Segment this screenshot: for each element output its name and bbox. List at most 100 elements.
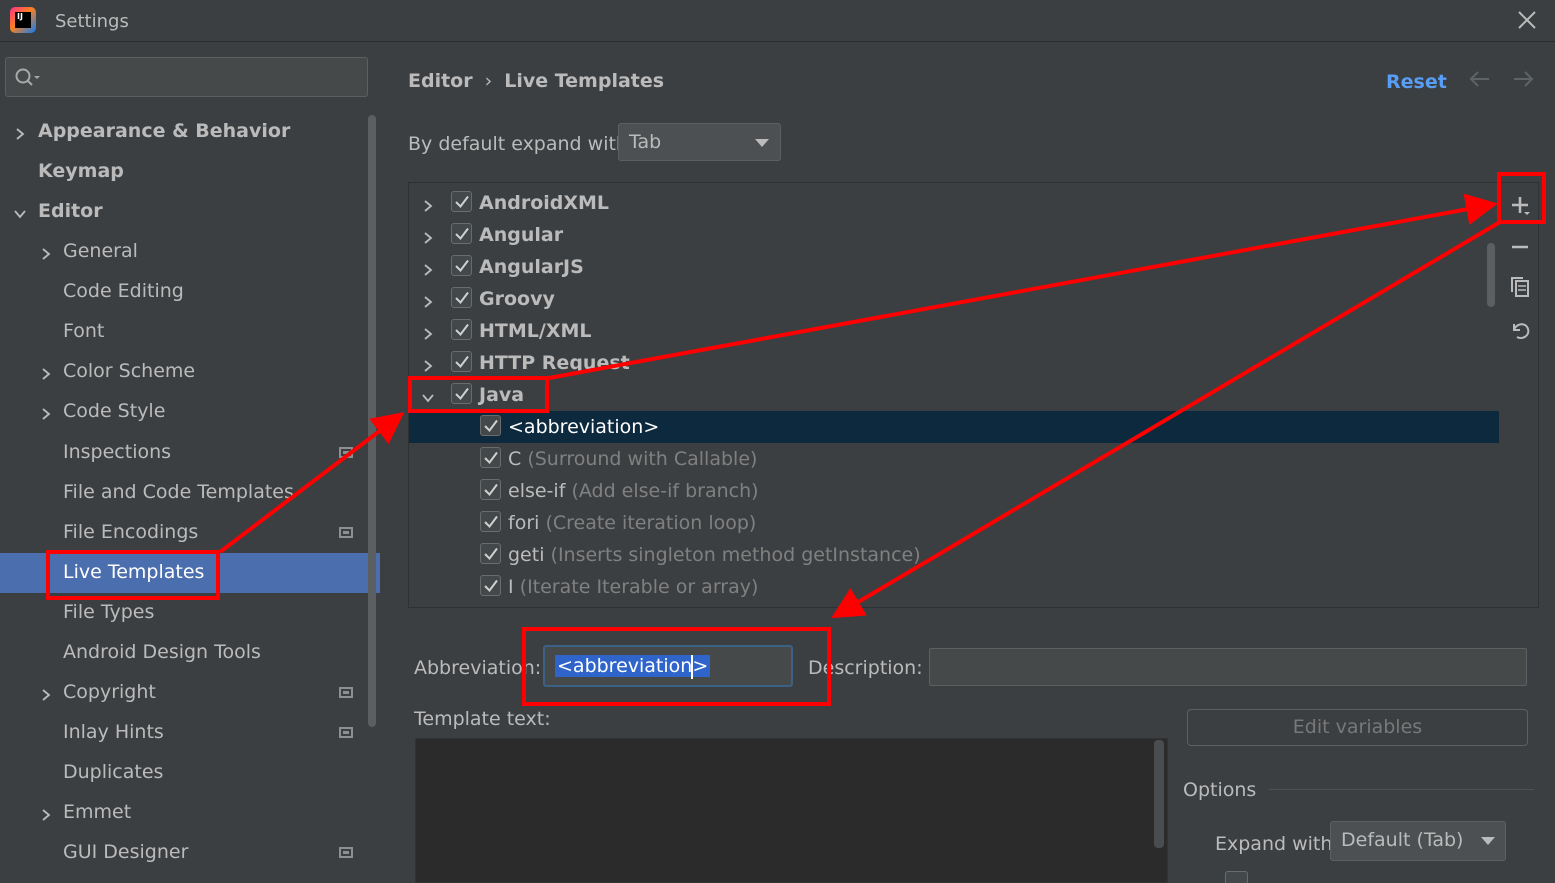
template-abbreviation: <abbreviation>	[508, 416, 660, 438]
template-group-name: HTTP Request	[479, 352, 630, 374]
template-group-checkbox[interactable]	[451, 351, 472, 372]
chevron-right-icon[interactable]	[421, 260, 435, 276]
template-abbreviation: C	[508, 448, 522, 470]
template-group-http-request[interactable]: HTTP Request	[409, 347, 1499, 379]
back-arrow-icon[interactable]	[1467, 67, 1493, 91]
template-group-checkbox[interactable]	[451, 191, 472, 212]
sidebar-item-label: Editor	[38, 200, 103, 222]
sidebar-item-label: Duplicates	[63, 761, 164, 783]
template-item-text: I (Iterate Iterable or array)	[508, 576, 758, 598]
template-group-angular[interactable]: Angular	[409, 219, 1499, 251]
chevron-right-icon[interactable]	[39, 805, 53, 821]
template-group-androidxml[interactable]: AndroidXML	[409, 187, 1499, 219]
description-input[interactable]	[929, 648, 1527, 686]
template-item-else-if[interactable]: else-if (Add else-if branch)	[409, 475, 1499, 507]
chevron-right-icon[interactable]	[421, 292, 435, 308]
template-item-checkbox[interactable]	[480, 511, 501, 532]
reset-link[interactable]: Reset	[1386, 71, 1447, 93]
sidebar-item-inlay-hints[interactable]: Inlay Hints	[0, 713, 380, 753]
template-group-name: AndroidXML	[479, 192, 610, 214]
sidebar-item-general[interactable]: General	[0, 232, 380, 272]
reformat-checkbox[interactable]	[1225, 871, 1248, 883]
template-item-checkbox[interactable]	[480, 575, 501, 596]
expand-with-label: By default expand with	[408, 133, 628, 155]
templates-tree: AndroidXML Angular AngularJS Groovy HTML/XML…	[408, 182, 1539, 608]
sidebar-item-label: Code Style	[63, 400, 166, 422]
annotation-box-live-templates	[46, 550, 220, 600]
close-icon[interactable]	[1515, 8, 1539, 32]
chevron-right-icon[interactable]	[421, 324, 435, 340]
sidebar-item-android-design-tools[interactable]: Android Design Tools	[0, 633, 380, 673]
window-title: Settings	[55, 11, 129, 32]
template-description: (Create iteration loop)	[545, 512, 757, 534]
template-group-html-xml[interactable]: HTML/XML	[409, 315, 1499, 347]
copy-icon[interactable]	[1504, 272, 1536, 304]
sidebar-item-copyright[interactable]: Copyright	[0, 673, 380, 713]
chevron-right-icon[interactable]	[39, 244, 53, 260]
chevron-down-icon[interactable]	[13, 204, 27, 219]
template-group-checkbox[interactable]	[451, 255, 472, 276]
sidebar-item-label: Emmet	[63, 801, 132, 823]
chevron-right-icon[interactable]	[421, 228, 435, 244]
chevron-right-icon[interactable]	[39, 404, 53, 420]
sidebar-item-keymap[interactable]: Keymap	[0, 152, 380, 192]
project-level-icon	[339, 527, 353, 538]
template-item-checkbox[interactable]	[480, 479, 501, 500]
template-description: (Inserts singleton method getInstance)	[550, 544, 921, 566]
sidebar-item-label: File Encodings	[63, 521, 199, 543]
settings-search-input[interactable]	[5, 57, 368, 97]
templates-scrollbar[interactable]	[1487, 243, 1495, 307]
sidebar-item-editor[interactable]: Editor	[0, 192, 380, 232]
sidebar-item-emmet[interactable]: Emmet	[0, 793, 380, 833]
chevron-right-icon[interactable]	[13, 124, 27, 140]
template-description: (Add else-if branch)	[571, 480, 759, 502]
sidebar-item-color-scheme[interactable]: Color Scheme	[0, 352, 380, 392]
template-group-angularjs[interactable]: AngularJS	[409, 251, 1499, 283]
annotation-box-add	[1497, 172, 1546, 224]
breadcrumb-editor[interactable]: Editor	[408, 70, 473, 92]
template-group-groovy[interactable]: Groovy	[409, 283, 1499, 315]
template-text-editor[interactable]	[415, 738, 1168, 883]
template-item-fori[interactable]: fori (Create iteration loop)	[409, 507, 1499, 539]
sidebar-item-label: Inlay Hints	[63, 721, 164, 743]
template-group-checkbox[interactable]	[451, 287, 472, 308]
expand-with-dropdown[interactable]: Tab	[618, 123, 781, 161]
template-text-scrollbar[interactable]	[1154, 740, 1164, 848]
sidebar-item-label: Keymap	[38, 160, 124, 182]
chevron-right-icon[interactable]	[39, 364, 53, 380]
template-item-text: geti (Inserts singleton method getInstan…	[508, 544, 921, 566]
template-item-text: fori (Create iteration loop)	[508, 512, 756, 534]
chevron-right-icon[interactable]	[421, 356, 435, 372]
template-item-abbreviation[interactable]: <abbreviation>	[409, 411, 1499, 443]
template-item-geti[interactable]: geti (Inserts singleton method getInstan…	[409, 539, 1499, 571]
sidebar-item-code-editing[interactable]: Code Editing	[0, 272, 380, 312]
restore-defaults-icon[interactable]	[1504, 314, 1536, 346]
template-item-text: else-if (Add else-if branch)	[508, 480, 759, 502]
template-expand-with-dropdown[interactable]: Default (Tab)	[1330, 821, 1506, 861]
project-level-icon	[339, 687, 353, 698]
remove-icon[interactable]	[1504, 231, 1536, 263]
template-group-java[interactable]: Java	[409, 379, 1499, 411]
template-expand-with-value: Default (Tab)	[1341, 829, 1464, 851]
template-group-checkbox[interactable]	[451, 319, 472, 340]
sidebar-item-gui-designer[interactable]: GUI Designer	[0, 833, 380, 873]
template-item-i[interactable]: I (Iterate Iterable or array)	[409, 571, 1499, 603]
sidebar-item-file-and-code-templates[interactable]: File and Code Templates	[0, 473, 380, 513]
sidebar-item-code-style[interactable]: Code Style	[0, 392, 380, 432]
chevron-right-icon[interactable]	[421, 196, 435, 212]
sidebar-scrollbar[interactable]	[368, 115, 376, 727]
sidebar-item-inspections[interactable]: Inspections	[0, 433, 380, 473]
sidebar-item-duplicates[interactable]: Duplicates	[0, 753, 380, 793]
sidebar-item-font[interactable]: Font	[0, 312, 380, 352]
template-item-checkbox[interactable]	[480, 415, 501, 436]
template-item-checkbox[interactable]	[480, 447, 501, 468]
template-group-checkbox[interactable]	[451, 223, 472, 244]
sidebar-item-appearance-behavior[interactable]: Appearance & Behavior	[0, 112, 380, 152]
chevron-right-icon[interactable]	[39, 685, 53, 701]
template-item-checkbox[interactable]	[480, 543, 501, 564]
sidebar-item-file-encodings[interactable]: File Encodings	[0, 513, 380, 553]
edit-variables-button[interactable]: Edit variables	[1187, 709, 1528, 746]
sidebar-item-label: Inspections	[63, 441, 172, 463]
forward-arrow-icon[interactable]	[1510, 67, 1536, 91]
template-item-c[interactable]: C (Surround with Callable)	[409, 443, 1499, 475]
